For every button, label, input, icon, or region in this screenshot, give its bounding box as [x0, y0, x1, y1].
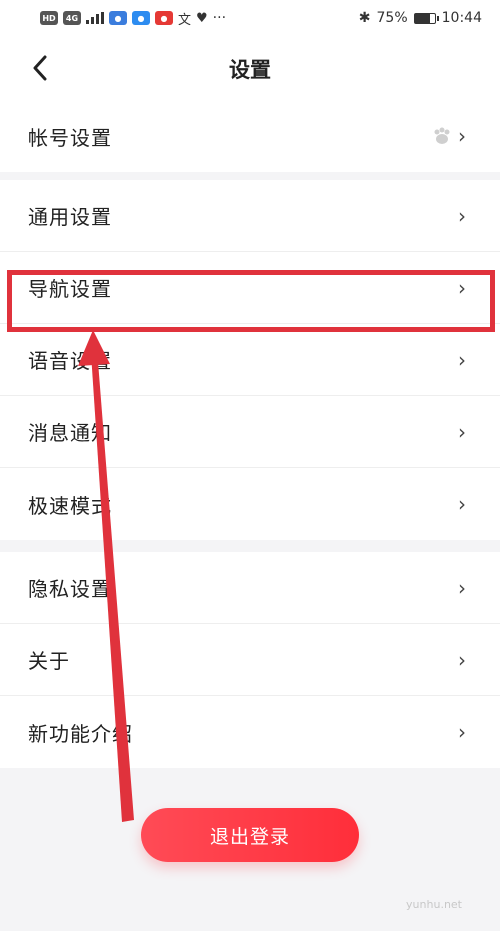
chevron-right-icon: › — [458, 720, 466, 744]
nav-header: 设置 — [0, 36, 500, 101]
settings-item-label: 语音设置 — [28, 349, 112, 373]
settings-item-whats-new[interactable]: 新功能介绍 › — [0, 696, 500, 768]
settings-item-label: 关于 — [28, 649, 70, 673]
settings-group-general: 通用设置 › 导航设置 › 语音设置 › 消息通知 › 极速模式 › — [0, 180, 500, 540]
settings-item-notifications[interactable]: 消息通知 › — [0, 396, 500, 468]
app-notification-icon: ● — [109, 11, 127, 25]
chevron-right-icon: › — [458, 275, 466, 300]
network-badge: 4G — [63, 11, 81, 25]
settings-item-label: 通用设置 — [28, 205, 112, 229]
settings-item-label: 新功能介绍 — [28, 721, 133, 746]
translate-icon: 文 — [178, 12, 192, 28]
settings-item-label: 隐私设置 — [28, 577, 112, 601]
settings-item-label: 极速模式 — [28, 493, 112, 518]
heart-icon: ♥ — [196, 10, 208, 26]
page-title: 设置 — [229, 58, 271, 82]
signal-icon — [86, 12, 104, 24]
more-icon: ··· — [212, 10, 227, 26]
settings-item-about[interactable]: 关于 › — [0, 624, 500, 696]
chevron-right-icon: › — [458, 419, 466, 444]
chevron-right-icon: › — [458, 492, 466, 516]
settings-item-fast-mode[interactable]: 极速模式 › — [0, 468, 500, 540]
settings-item-account[interactable]: 帐号设置 › — [0, 100, 500, 172]
app-notification-icon: ● — [132, 11, 150, 25]
settings-group-other: 隐私设置 › 关于 › 新功能介绍 › — [0, 552, 500, 768]
status-right: ✱ 75% 10:44 — [359, 10, 482, 26]
clock: 10:44 — [441, 10, 482, 26]
settings-item-label: 消息通知 — [28, 421, 112, 445]
chevron-right-icon: › — [458, 124, 466, 148]
settings-item-privacy[interactable]: 隐私设置 › — [0, 552, 500, 624]
row-right: › — [432, 126, 466, 146]
baidu-paw-icon — [434, 127, 450, 144]
settings-item-label: 帐号设置 — [28, 125, 112, 150]
logout-button[interactable]: 退出登录 — [141, 808, 359, 862]
chevron-right-icon: › — [458, 647, 466, 672]
battery-percent: 75% — [376, 10, 408, 26]
chevron-right-icon: › — [458, 203, 466, 228]
status-bar: HD 4G ● ● ● 文 ♥ ··· ✱ 75% 10:44 — [0, 0, 500, 36]
settings-group-account: 帐号设置 › — [0, 100, 500, 172]
hd-badge: HD — [40, 11, 58, 25]
battery-icon — [413, 12, 439, 24]
settings-item-label: 导航设置 — [28, 277, 112, 301]
settings-item-general[interactable]: 通用设置 › — [0, 180, 500, 252]
chevron-right-icon: › — [458, 575, 466, 600]
app-notification-icon: ● — [155, 11, 173, 25]
chevron-right-icon: › — [458, 347, 466, 372]
watermark: yunhu.net — [406, 898, 462, 911]
status-left: HD 4G ● ● ● 文 ♥ ··· — [40, 9, 226, 28]
settings-item-navigation[interactable]: 导航设置 › — [0, 252, 500, 324]
bluetooth-icon: ✱ — [358, 10, 371, 26]
settings-item-voice[interactable]: 语音设置 › — [0, 324, 500, 396]
